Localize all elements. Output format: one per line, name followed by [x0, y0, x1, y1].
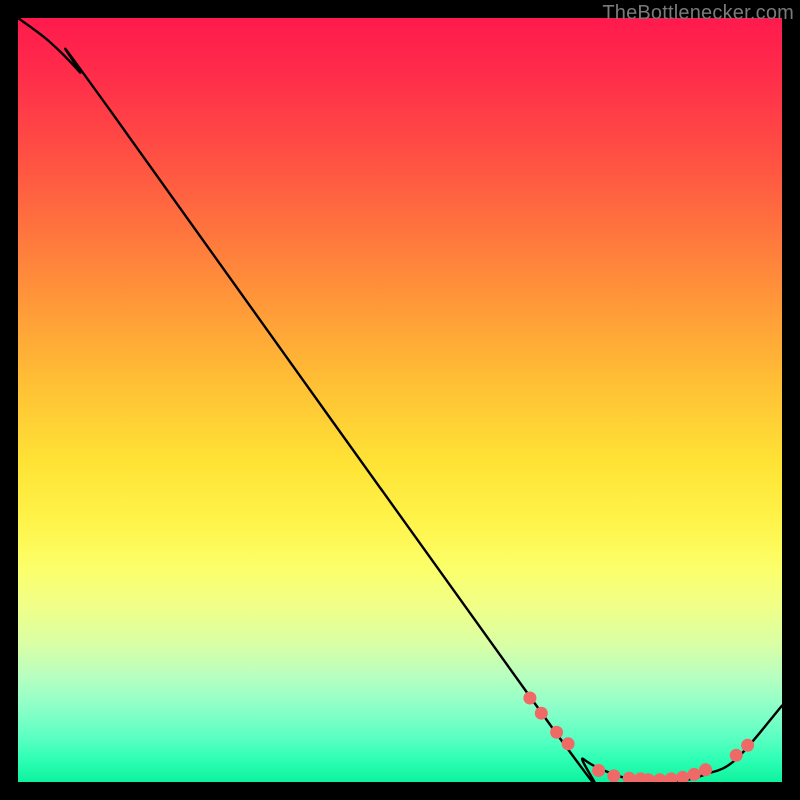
chart-markers [523, 692, 754, 783]
chart-marker [688, 768, 701, 781]
chart-marker [653, 773, 666, 782]
chart-frame: TheBottlenecker.com [0, 0, 800, 800]
chart-marker [623, 772, 636, 782]
chart-marker [665, 772, 678, 782]
watermark-text: TheBottlenecker.com [602, 2, 794, 25]
chart-marker [607, 769, 620, 782]
chart-marker [676, 771, 689, 782]
chart-curve [18, 18, 782, 782]
chart-marker [730, 749, 743, 762]
chart-marker [535, 707, 548, 720]
chart-svg [18, 18, 782, 782]
chart-marker [562, 737, 575, 750]
chart-marker [592, 764, 605, 777]
chart-marker [550, 726, 563, 739]
chart-marker [523, 692, 536, 705]
chart-marker [699, 763, 712, 776]
chart-marker [741, 739, 754, 752]
chart-plot-area [18, 18, 782, 782]
